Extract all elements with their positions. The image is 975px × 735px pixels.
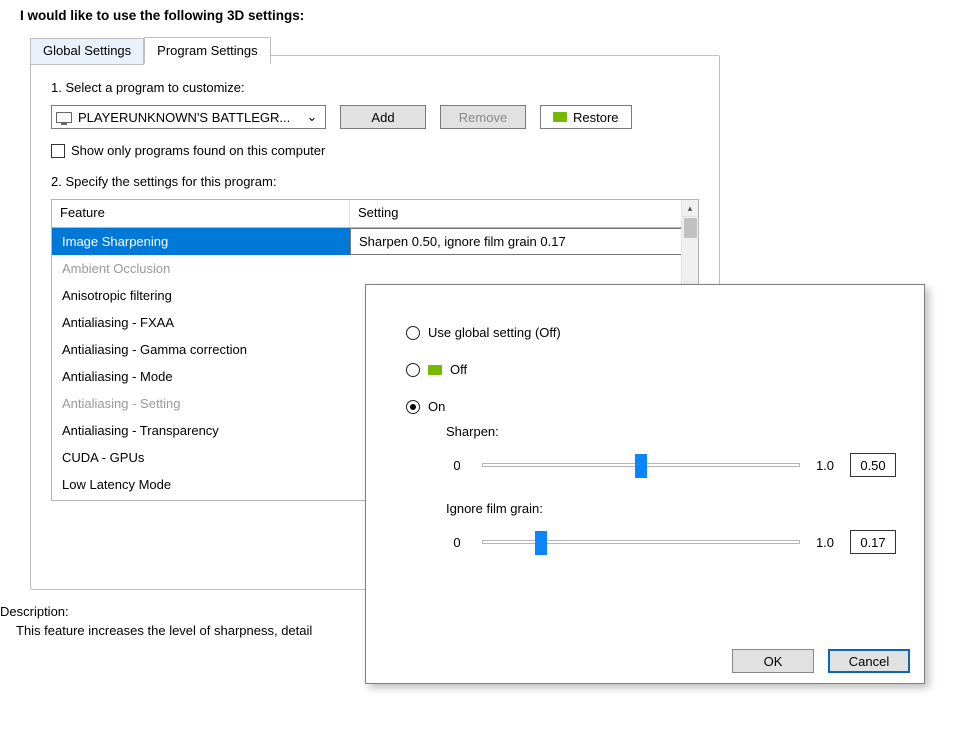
column-setting[interactable]: Setting — [350, 200, 698, 227]
sharpen-slider[interactable] — [482, 463, 800, 467]
nvidia-icon — [553, 112, 567, 122]
feature-name: Antialiasing - FXAA — [52, 309, 350, 336]
grain-label: Ignore film grain: — [446, 501, 896, 516]
program-icon — [56, 112, 72, 123]
sharpen-label: Sharpen: — [446, 424, 896, 439]
feature-name: Anisotropic filtering — [52, 282, 350, 309]
radio-off[interactable] — [406, 363, 420, 377]
feature-name: Antialiasing - Gamma correction — [52, 336, 350, 363]
image-sharpening-dialog: Use global setting (Off) Off On Sharpen:… — [365, 284, 925, 684]
show-only-label: Show only programs found on this compute… — [71, 143, 325, 158]
sharpen-min: 0 — [446, 458, 468, 473]
radio-off-label: Off — [450, 362, 467, 377]
feature-name: Image Sharpening — [52, 228, 350, 255]
table-row[interactable]: Image SharpeningSharpen 0.50, ignore fil… — [52, 228, 698, 255]
radio-use-global[interactable] — [406, 326, 420, 340]
tab-bar: Global Settings Program Settings — [30, 37, 271, 64]
feature-setting — [350, 255, 698, 282]
feature-name: Antialiasing - Transparency — [52, 417, 350, 444]
chevron-down-icon: ⌄ — [303, 109, 321, 125]
scroll-thumb[interactable] — [684, 218, 697, 238]
step1-label: 1. Select a program to customize: — [51, 80, 699, 95]
show-only-checkbox[interactable] — [51, 144, 65, 158]
feature-setting[interactable]: Sharpen 0.50, ignore film grain 0.17⌄ — [350, 228, 698, 255]
sharpen-max: 1.0 — [814, 458, 836, 473]
program-select-value: PLAYERUNKNOWN'S BATTLEGR... — [78, 110, 303, 125]
tab-global-settings[interactable]: Global Settings — [30, 38, 144, 65]
feature-name: Antialiasing - Mode — [52, 363, 350, 390]
program-select[interactable]: PLAYERUNKNOWN'S BATTLEGR... ⌄ — [51, 105, 326, 129]
scroll-up-icon[interactable]: ▴ — [682, 200, 698, 217]
radio-on[interactable] — [406, 400, 420, 414]
cancel-button[interactable]: Cancel — [828, 649, 910, 673]
grain-slider-thumb[interactable] — [535, 531, 547, 555]
feature-name: Low Latency Mode — [52, 471, 350, 498]
sharpen-value[interactable]: 0.50 — [850, 453, 896, 477]
step2-label: 2. Specify the settings for this program… — [51, 174, 699, 189]
tab-program-settings[interactable]: Program Settings — [144, 37, 270, 64]
feature-name: Ambient Occlusion — [52, 255, 350, 282]
grain-max: 1.0 — [814, 535, 836, 550]
radio-use-global-label: Use global setting (Off) — [428, 325, 561, 340]
ok-button[interactable]: OK — [732, 649, 814, 673]
grain-value[interactable]: 0.17 — [850, 530, 896, 554]
grain-min: 0 — [446, 535, 468, 550]
restore-button[interactable]: Restore — [540, 105, 632, 129]
restore-button-label: Restore — [573, 110, 619, 125]
feature-name: CUDA - GPUs — [52, 444, 350, 471]
feature-name: Antialiasing - Setting — [52, 390, 350, 417]
column-feature[interactable]: Feature — [52, 200, 350, 227]
add-button[interactable]: Add — [340, 105, 426, 129]
sharpen-slider-thumb[interactable] — [635, 454, 647, 478]
nvidia-icon — [428, 365, 442, 375]
page-title: I would like to use the following 3D set… — [0, 6, 975, 39]
remove-button[interactable]: Remove — [440, 105, 526, 129]
grain-slider[interactable] — [482, 540, 800, 544]
feature-setting-value: Sharpen 0.50, ignore film grain 0.17 — [359, 228, 566, 255]
radio-on-label: On — [428, 399, 445, 414]
table-row[interactable]: Ambient Occlusion — [52, 255, 698, 282]
